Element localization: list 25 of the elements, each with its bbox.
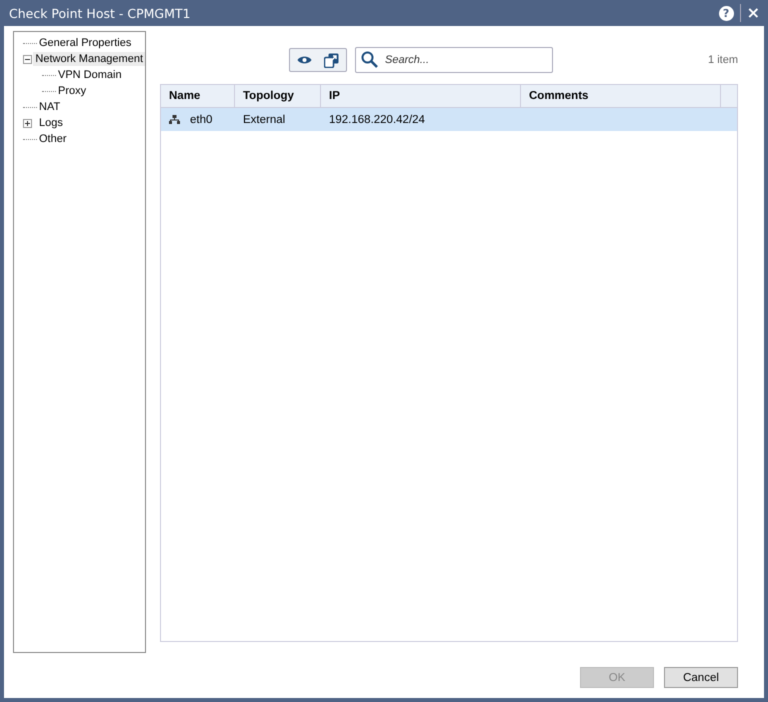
column-header[interactable]: Name (161, 85, 235, 107)
search-field[interactable]: Search... (355, 47, 553, 73)
window-title: Check Point Host - CPMGMT1 (9, 6, 190, 20)
help-button[interactable]: ? (718, 6, 734, 20)
eye-icon[interactable] (297, 55, 312, 65)
column-header[interactable]: Topology (235, 85, 321, 107)
column-header[interactable]: Comments (521, 85, 721, 107)
network-icon (169, 115, 180, 124)
tree-item[interactable]: VPN Domain (56, 68, 124, 82)
cancel-button[interactable]: Cancel (664, 667, 738, 688)
item-count: 1 item (708, 54, 738, 66)
tree-item[interactable]: Proxy (56, 84, 88, 98)
table-cell: 192.168.220.42/24 (329, 114, 425, 126)
tree-item[interactable]: NAT (37, 100, 62, 114)
collapse-icon[interactable] (23, 54, 34, 64)
column-header[interactable]: IP (321, 85, 521, 107)
tree-item[interactable]: Other (37, 132, 69, 146)
open-in-window-icon[interactable] (324, 52, 339, 68)
tree-item[interactable]: General Properties (37, 36, 134, 50)
table-cell: eth0 (190, 114, 212, 126)
table-cell: External (243, 114, 286, 126)
tree-item[interactable]: Network Management (33, 52, 145, 66)
table-row[interactable]: eth0 External 192.168.220.42/24 (161, 108, 737, 131)
close-button[interactable]: × (746, 5, 760, 21)
tree-item[interactable]: Logs (37, 116, 65, 130)
